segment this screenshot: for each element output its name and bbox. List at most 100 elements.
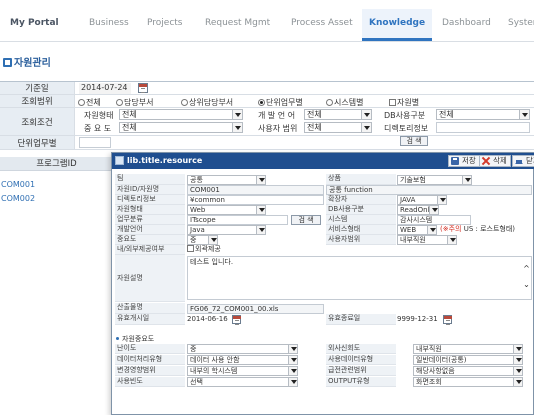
system-field[interactable]: 감사시스템 (397, 215, 471, 225)
radio-scope-unit-work[interactable]: 단위업무별 (258, 97, 303, 108)
chevron-down-icon (361, 123, 371, 132)
tab-request-mgmt[interactable]: Request Mgmt (205, 14, 270, 32)
home-icon (515, 156, 523, 164)
chevron-down-icon (232, 123, 242, 132)
window-icon (115, 156, 124, 165)
resource-id-field[interactable]: COM001 (187, 185, 324, 195)
output-label: 산출물명 (115, 303, 185, 314)
unit-work-input[interactable] (79, 137, 111, 148)
dir-info-label: 디렉토리정보 (384, 124, 429, 133)
checkbox-icon (187, 245, 194, 252)
resource-type-label: 자원형태 (84, 111, 114, 120)
delete-button[interactable]: 삭제 (479, 155, 511, 167)
importance-row-select[interactable]: 내부의 학시스템 (187, 366, 298, 376)
tab-projects[interactable]: Projects (147, 14, 182, 32)
team-label: 팀 (115, 174, 185, 185)
tab-process-asset[interactable]: Process Asset (291, 14, 353, 32)
tab-business[interactable]: Business (89, 14, 129, 32)
dev-lang-select[interactable]: Java (187, 225, 266, 235)
dir-info-input[interactable] (436, 122, 530, 133)
extension-select[interactable]: JAVA (397, 195, 447, 205)
importance-row-select[interactable]: 중 (187, 344, 298, 354)
work-class-field[interactable]: ITscope (187, 215, 288, 225)
importance-row-select[interactable]: 선택 (187, 377, 298, 387)
chevron-down-icon (288, 378, 297, 386)
in-out-label: 내/외부제공여부 (115, 245, 185, 255)
title-marker-icon (3, 58, 12, 67)
extension-label: 확장자 (326, 195, 396, 205)
resource-name-field[interactable]: 공통 function (326, 185, 532, 195)
calendar-icon[interactable] (443, 315, 452, 325)
tab-system[interactable]: System (508, 14, 534, 32)
start-date-label: 유효개시일 (115, 314, 185, 325)
page-title: 자원관리 (3, 54, 51, 69)
description-textarea[interactable]: 테스트 입니다. ^ ⌄ (187, 256, 532, 300)
popup-title-bar: lib.title.resource 저장 삭제 닫기 (112, 153, 534, 169)
tab-dashboard[interactable]: Dashboard (442, 14, 491, 32)
importance-row-select[interactable]: 화면조회 (413, 377, 523, 387)
service-note-warning: (※주의 (440, 225, 462, 233)
radio-icon (116, 99, 123, 106)
calendar-icon[interactable] (138, 83, 148, 93)
chevron-down-icon (519, 110, 529, 119)
importance-row-select[interactable]: 데이터 사용 안함 (187, 355, 298, 365)
radio-selected-icon (258, 99, 265, 106)
save-button[interactable]: 저장 (448, 155, 480, 167)
user-scope-label: 사용자범위 (326, 235, 396, 245)
chevron-down-icon (427, 226, 436, 234)
row-scope: 조회범위 전체 담당부서 상위담당부서 단위업무별 시스템별 자원별 (0, 95, 534, 108)
save-icon (451, 157, 459, 165)
close-button[interactable]: 닫기 (512, 155, 534, 167)
tab-my-portal[interactable]: My Portal (10, 14, 59, 32)
radio-scope-all[interactable]: 전체 (78, 97, 101, 108)
program-row[interactable]: COM001 (0, 178, 113, 192)
importance-select[interactable]: 중 (187, 235, 218, 245)
db-type-label: DB사용구분 (326, 205, 396, 215)
user-scope-select[interactable]: 전체 (304, 122, 372, 133)
chevron-down-icon[interactable]: ⌄ (523, 281, 530, 289)
importance-row-select[interactable]: 일반데이터(공통) (413, 355, 523, 365)
radio-scope-system[interactable]: 시스템별 (326, 97, 363, 108)
in-out-checkbox[interactable]: 외곽제공 (187, 245, 221, 254)
team-select[interactable]: 공통 (187, 175, 266, 185)
importance-row-select[interactable]: 내부직원 (413, 344, 523, 354)
radio-scope-dept[interactable]: 담당부서 (116, 97, 153, 108)
db-type-label: DB사용구분 (384, 111, 426, 120)
resource-type-select[interactable]: 전체 (119, 109, 243, 120)
check-by-resource[interactable]: 자원별 (389, 97, 419, 108)
chevron-up-icon[interactable]: ^ (523, 265, 530, 273)
dir-info-label: 디렉토리정보 (115, 195, 185, 205)
end-date-value[interactable]: 9999-12-31 (397, 315, 438, 324)
dir-info-field[interactable]: ¥common (187, 195, 324, 205)
chevron-down-icon (208, 236, 217, 244)
db-type-select[interactable]: ReadOnly (397, 205, 439, 215)
radio-scope-upper-dept[interactable]: 상위담당부서 (181, 97, 233, 108)
importance-row-select[interactable]: 해당사항없음 (413, 366, 523, 376)
dev-lang-select[interactable]: 전체 (304, 109, 372, 120)
chevron-down-icon (232, 110, 242, 119)
tab-knowledge[interactable]: Knowledge (362, 9, 433, 41)
service-note-text: US : 로스트형태) (461, 225, 516, 233)
chevron-down-icon (447, 236, 456, 244)
search-button[interactable]: 검 색 (291, 215, 321, 225)
resource-id-label: 자원ID/자원명 (115, 185, 185, 195)
output-field[interactable]: FG06_72_COM001_00.xls (187, 304, 324, 314)
importance-row-label: 급전관련범위 (326, 366, 396, 376)
scope-label: 조회범위 (0, 95, 75, 107)
importance-select[interactable]: 전체 (119, 122, 243, 133)
start-date-value[interactable]: 2014-06-16 (187, 315, 228, 324)
program-row[interactable]: COM002 (0, 192, 113, 206)
dev-lang-label: 개 발 언 어 (258, 111, 296, 120)
service-select[interactable]: WEB (397, 225, 437, 235)
res-type-select[interactable]: Web (187, 205, 266, 215)
chevron-down-icon (288, 345, 297, 353)
base-date-field[interactable]: 2014-07-24 (79, 83, 131, 94)
db-type-select[interactable]: 전체 (436, 109, 530, 120)
search-button[interactable]: 검 색 (400, 136, 428, 146)
calendar-icon[interactable] (232, 315, 241, 325)
user-scope-select[interactable]: 내부직원 (397, 235, 457, 245)
importance-row-label: 외사신회도 (326, 344, 396, 354)
radio-icon (181, 99, 188, 106)
description-label: 자원설명 (115, 255, 185, 302)
product-select[interactable]: 기술보험 (397, 175, 472, 185)
